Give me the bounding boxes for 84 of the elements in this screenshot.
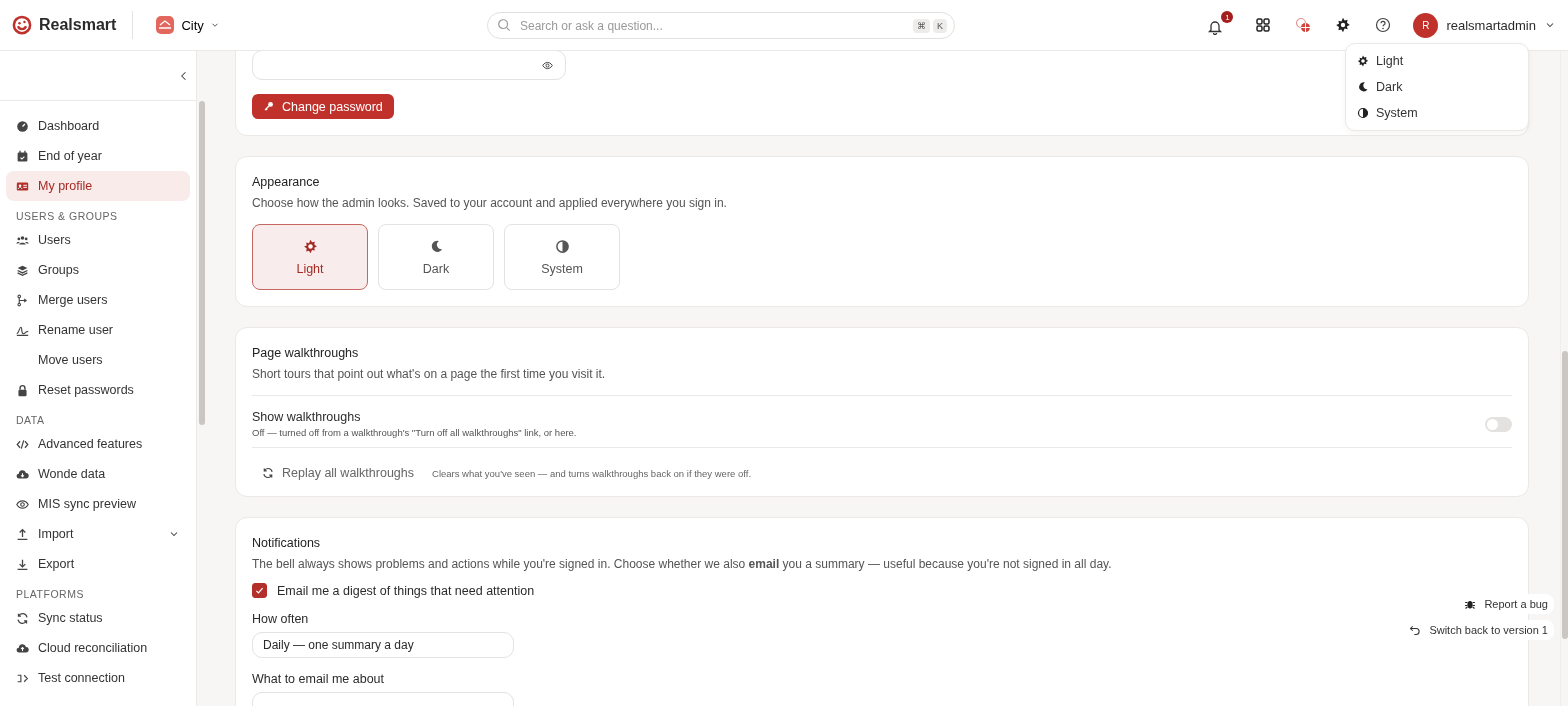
sidebar-item[interactable]: Dashboard — [6, 111, 190, 141]
branch-icon — [16, 293, 29, 307]
frequency-select[interactable]: Daily — one summary a day — [252, 632, 514, 658]
sun-icon — [1357, 55, 1369, 67]
sidebar-item[interactable]: Advanced features — [6, 429, 190, 459]
scrollbar-thumb[interactable] — [1562, 351, 1568, 639]
sidebar-item[interactable]: End of year — [6, 141, 190, 171]
checkbox-label: Email me a digest of things that need attention — [277, 583, 535, 598]
sidebar-item[interactable]: Reset passwords — [6, 375, 190, 405]
sidebar-item[interactable]: Rename user — [6, 315, 190, 345]
section-description: Choose how the admin looks. Saved to your account and applied everywhere you sign in. — [252, 196, 728, 210]
sidebar-item[interactable]: Groups — [6, 255, 190, 285]
sidebar-item[interactable]: Wonde data — [6, 459, 190, 489]
section-title: Notifications — [252, 536, 322, 550]
field-label: How often — [252, 612, 310, 626]
theme-menu-item[interactable]: System — [1346, 100, 1528, 126]
cloud-download-icon — [16, 467, 29, 481]
walkthroughs-toggle[interactable] — [1485, 416, 1512, 432]
replay-note: Clears what you've seen — and turns walkthroughs back on if they were off. — [432, 467, 752, 479]
key-icon — [263, 101, 274, 112]
sun-icon — [302, 238, 318, 254]
logo-icon — [12, 15, 32, 35]
section-heading: USERS & GROUPS — [15, 209, 119, 224]
replay-button[interactable]: Replay all walkthroughs — [252, 466, 414, 480]
contrast-icon — [554, 238, 570, 254]
sidebar-item[interactable]: Move users — [6, 345, 190, 375]
sidebar-item[interactable]: Import — [6, 519, 190, 549]
school-switcher[interactable]: City — [149, 14, 226, 36]
sidebar-item[interactable]: Cloud reconciliation — [6, 633, 190, 663]
bell-icon — [1207, 19, 1224, 35]
section-heading: PLATFORMS — [15, 587, 85, 602]
section-heading: DATA — [15, 413, 46, 428]
check-icon — [254, 585, 265, 596]
school-icon — [155, 15, 176, 35]
user-menu[interactable]: R realsmartadmin — [1413, 12, 1556, 38]
sidebar-item[interactable]: Export — [6, 549, 190, 579]
sidebar-item[interactable]: MIS sync preview — [6, 489, 190, 519]
sidebar-item[interactable]: My profile — [6, 171, 190, 201]
search-icon — [497, 18, 511, 32]
theme-option[interactable]: Light — [252, 224, 368, 290]
field-label: What to email me about — [252, 672, 385, 686]
section-title: Page walkthroughs — [252, 346, 360, 360]
setting-label: Show walkthroughs — [252, 410, 362, 424]
sidebar-item[interactable]: Test connection — [6, 663, 190, 693]
notification-badge: 1 — [1221, 11, 1234, 23]
users-icon — [16, 233, 29, 247]
help-icon — [1375, 17, 1392, 33]
cloud-upload-icon — [16, 641, 29, 655]
id-card-icon — [16, 179, 29, 193]
refresh-icon — [262, 467, 274, 479]
globe-icon — [1295, 17, 1312, 33]
contrast-icon — [1357, 107, 1369, 119]
download-icon — [16, 557, 29, 571]
settings-icon — [1335, 17, 1352, 33]
avatar: R — [1413, 12, 1439, 38]
eye-icon — [16, 497, 29, 511]
theme-menu-item[interactable]: Dark — [1346, 74, 1528, 100]
section-title: Appearance — [252, 175, 321, 189]
sidebar-item[interactable]: Users — [6, 225, 190, 255]
gauge-icon — [16, 119, 29, 133]
undo-icon — [1409, 624, 1422, 636]
layers-icon — [16, 263, 29, 277]
eye-icon — [542, 59, 553, 71]
upload-icon — [16, 527, 29, 541]
sidebar-item[interactable]: Sync status — [6, 603, 190, 633]
bug-icon — [1464, 598, 1477, 610]
notifications-button[interactable]: 1 — [1205, 11, 1234, 39]
section-description: The bell always shows problems and actions while you're signed in. Choose whether we also email you a summary — useful because you're not signed in all day. — [252, 557, 1113, 571]
brand-name: Realsmart — [39, 16, 117, 34]
lock-icon — [16, 383, 29, 397]
sidebar-item[interactable]: Merge users — [6, 285, 190, 315]
section-description: Short tours that point out what's on a page the first time you visit it. — [252, 367, 607, 381]
calendar-icon — [16, 149, 29, 163]
code-icon — [16, 437, 29, 451]
digest-checkbox[interactable] — [252, 583, 267, 598]
change-password-button[interactable]: Change password — [252, 94, 394, 119]
scrollbar-thumb[interactable] — [199, 101, 205, 425]
refresh-icon — [16, 611, 29, 625]
theme-option[interactable]: Dark — [378, 224, 494, 290]
setting-hint: Off — turned off from a walkthrough's "Turn off all walkthroughs" link, or here. — [252, 427, 577, 438]
apps-icon — [1255, 17, 1272, 33]
theme-menu-item[interactable]: Light — [1346, 48, 1528, 74]
theme-option[interactable]: System — [504, 224, 620, 290]
moon-icon — [1357, 81, 1369, 93]
